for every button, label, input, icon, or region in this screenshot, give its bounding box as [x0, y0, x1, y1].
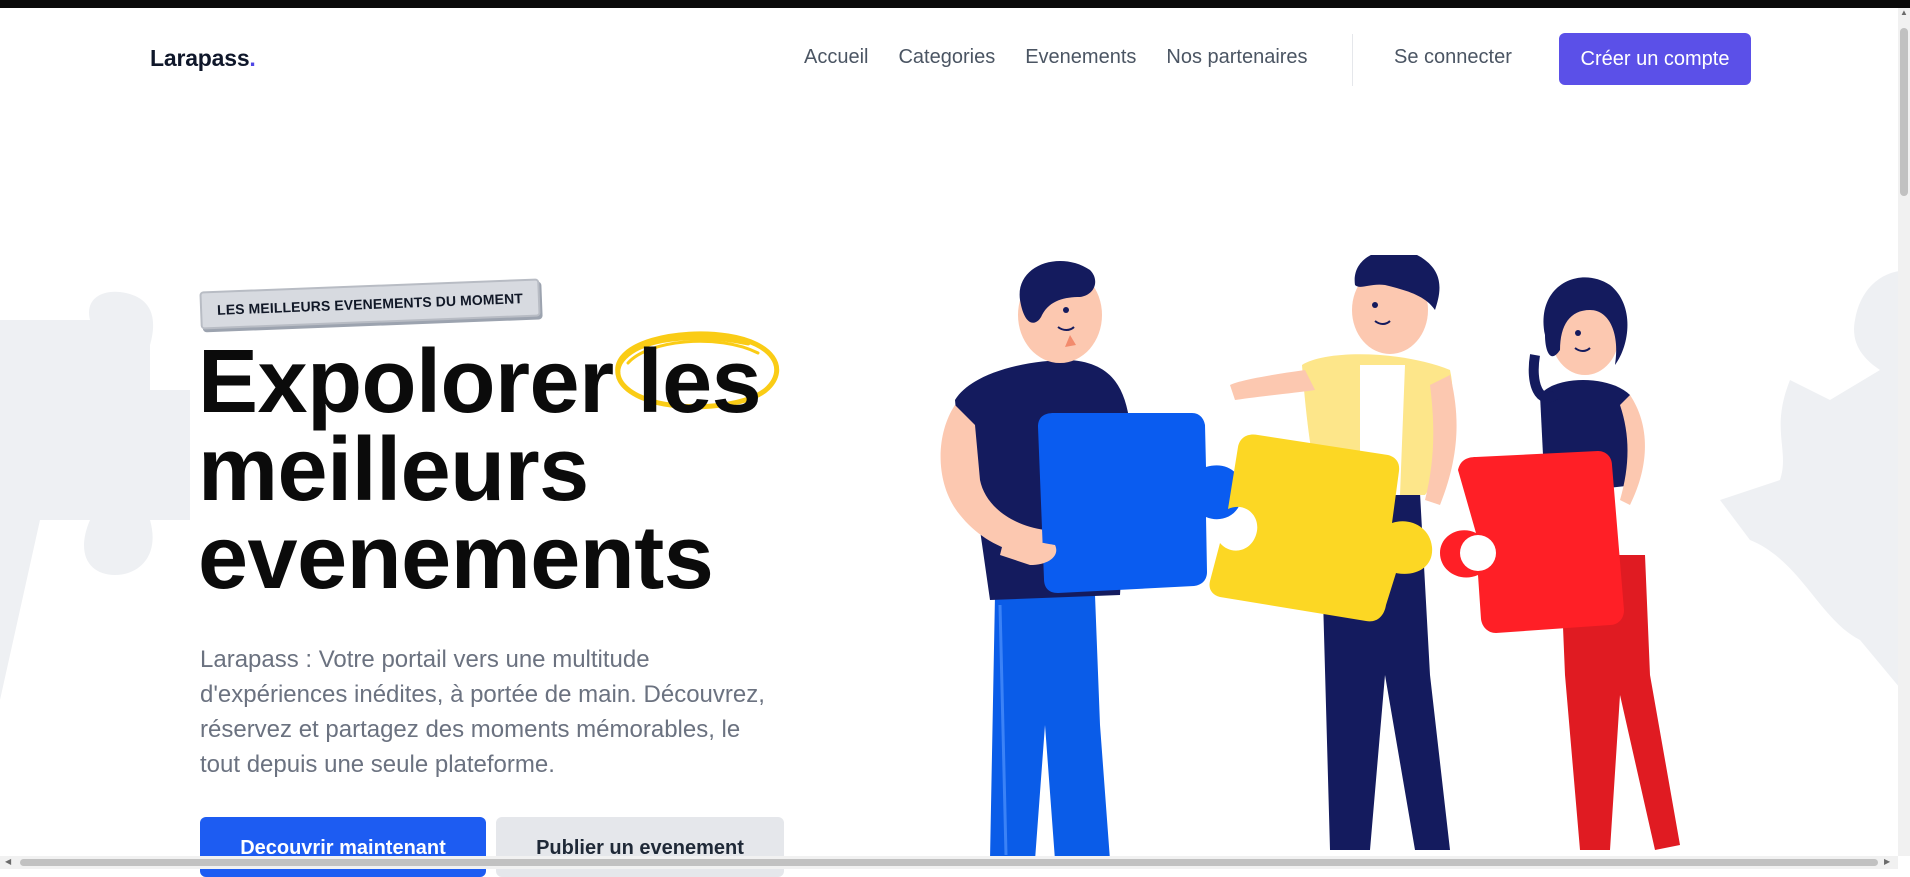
login-link[interactable]: Se connecter [1394, 46, 1512, 69]
hero-title-word: Expolorer [198, 332, 614, 432]
scroll-up-arrow-icon[interactable]: ▲ [1900, 8, 1908, 17]
horizontal-scrollbar[interactable]: ◀ ▶ [0, 856, 1898, 869]
browser-top-strip [0, 0, 1910, 8]
nav-divider [1352, 34, 1353, 86]
scroll-right-arrow-icon[interactable]: ▶ [1884, 857, 1890, 866]
vertical-scroll-thumb[interactable] [1900, 28, 1908, 196]
logo-dot: . [249, 45, 256, 71]
logo-text: Larapass [150, 45, 250, 71]
nav-link-partenaires[interactable]: Nos partenaires [1166, 46, 1307, 69]
hero-title-highlight: les [615, 331, 779, 427]
site-header: Larapass. Accueil Categories Evenements … [0, 8, 1898, 108]
hero-title-line-2: meilleurs [198, 420, 589, 520]
logo[interactable]: Larapass. [150, 45, 256, 72]
hero-badge: LES MEILLEURS EVENEMENTS DU MOMENT [199, 278, 541, 330]
hero-title: Expolorer les meilleurs evenements [198, 331, 779, 603]
signup-button[interactable]: Créer un compte [1559, 33, 1751, 85]
hero-description: Larapass : Votre portail vers une multit… [200, 646, 765, 778]
scroll-left-arrow-icon[interactable]: ◀ [5, 857, 11, 866]
horizontal-scroll-thumb[interactable] [20, 859, 1878, 866]
main-nav: Accueil Categories Evenements Nos parten… [804, 46, 1308, 69]
hero-title-highlight-text: les [637, 332, 762, 432]
puzzle-piece-blue [1038, 413, 1243, 593]
nav-link-evenements[interactable]: Evenements [1025, 46, 1136, 69]
people-puzzle-illustration [940, 255, 1680, 860]
nav-link-categories[interactable]: Categories [898, 46, 995, 69]
hero-title-line-3: evenements [198, 508, 714, 608]
nav-link-accueil[interactable]: Accueil [804, 46, 868, 69]
vertical-scrollbar[interactable]: ▲ [1898, 8, 1910, 856]
